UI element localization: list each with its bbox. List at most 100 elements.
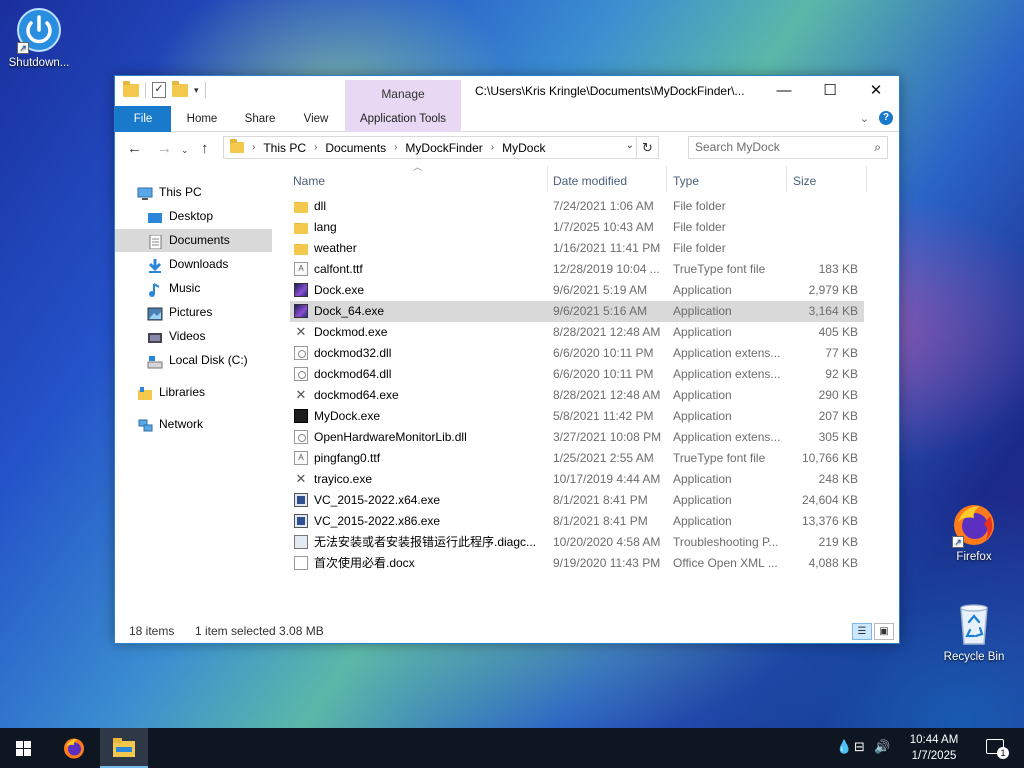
water-drop-icon[interactable]: 💧 bbox=[836, 739, 852, 755]
table-row[interactable]: VC_2015-2022.x86.exe 8/1/2021 8:41 PM Appl… bbox=[290, 511, 864, 532]
tab-file[interactable]: File bbox=[115, 106, 171, 132]
new-folder-icon[interactable] bbox=[172, 80, 188, 97]
clock[interactable]: 10:44 AM 1/7/2025 bbox=[904, 732, 964, 764]
tab-home[interactable]: Home bbox=[177, 106, 227, 132]
pictures-icon bbox=[147, 306, 163, 320]
nav-item-desktop[interactable]: Desktop bbox=[115, 205, 272, 228]
table-row[interactable]: dockmod64.dll 6/6/2020 10:11 PM Applicatio… bbox=[290, 364, 864, 385]
breadcrumb-mydockfinder[interactable]: MyDockFinder bbox=[405, 141, 482, 155]
nav-item-pictures[interactable]: Pictures bbox=[115, 301, 272, 324]
file-date-modified: 8/28/2021 12:48 AM bbox=[553, 388, 661, 402]
taskbar: 💧 ⊟ 🔊 10:44 AM 1/7/2025 1 bbox=[0, 728, 1024, 768]
nav-item-downloads[interactable]: Downloads bbox=[115, 253, 272, 276]
nav-item-local-disk[interactable]: Local Disk (C:) bbox=[115, 349, 272, 372]
chevron-right-icon[interactable]: › bbox=[314, 142, 317, 153]
file-date-modified: 6/6/2020 10:11 PM bbox=[553, 367, 654, 381]
desktop-icon-label: Shutdown... bbox=[8, 57, 70, 69]
up-arrow-icon[interactable]: ↑ bbox=[201, 140, 209, 157]
recent-locations-chevron-icon[interactable]: ⌄ bbox=[181, 145, 189, 156]
nav-item-documents[interactable]: Documents bbox=[115, 229, 272, 252]
table-row[interactable]: Dock_64.exe 9/6/2021 5:16 AM Application 3,… bbox=[290, 301, 864, 322]
breadcrumb-documents[interactable]: Documents bbox=[325, 141, 386, 155]
back-arrow-icon[interactable]: ← bbox=[127, 140, 142, 157]
table-row[interactable]: 首次使用必看.docx 9/19/2020 11:43 PM Office Open… bbox=[290, 553, 864, 574]
table-row[interactable]: ✕ Dockmod.exe 8/28/2021 12:48 AM Applicatio… bbox=[290, 322, 864, 343]
large-icons-view-icon[interactable]: ▣ bbox=[874, 623, 894, 640]
notification-center-icon[interactable]: 1 bbox=[986, 739, 1009, 759]
file-type: Application bbox=[673, 304, 732, 318]
table-row[interactable]: VC_2015-2022.x64.exe 8/1/2021 8:41 PM Appl… bbox=[290, 490, 864, 511]
nav-item-network[interactable]: Network bbox=[115, 413, 272, 436]
start-button[interactable] bbox=[0, 728, 48, 768]
table-row[interactable]: dockmod32.dll 6/6/2020 10:11 PM Applicatio… bbox=[290, 343, 864, 364]
volume-icon[interactable]: 🔊 bbox=[874, 739, 890, 755]
column-header-name[interactable]: Name bbox=[293, 170, 543, 192]
table-row[interactable]: OpenHardwareMonitorLib.dll 3/27/2021 10:0… bbox=[290, 427, 864, 448]
column-header-size[interactable]: Size bbox=[793, 170, 863, 192]
table-row[interactable]: lang 1/7/2025 10:43 AM File folder bbox=[290, 217, 864, 238]
address-history-chevron-icon[interactable]: ⌄ bbox=[626, 140, 634, 151]
download-icon bbox=[147, 258, 163, 273]
chevron-right-icon[interactable]: › bbox=[394, 142, 397, 153]
column-header-date-modified[interactable]: Date modified bbox=[553, 170, 663, 192]
search-input[interactable]: Search MyDock ⌕ bbox=[688, 136, 888, 159]
refresh-icon[interactable]: ↻ bbox=[636, 137, 658, 158]
nav-item-this-pc[interactable]: This PC bbox=[115, 181, 272, 204]
customize-toolbar-chevron-icon[interactable]: ▾ bbox=[194, 85, 199, 96]
folder-icon bbox=[294, 244, 308, 255]
file-name: Dockmod.exe bbox=[314, 325, 388, 339]
nav-item-music[interactable]: Music bbox=[115, 277, 272, 300]
column-header-type[interactable]: Type bbox=[673, 170, 783, 192]
maximize-button[interactable]: ☐ bbox=[807, 76, 853, 106]
close-button[interactable]: ✕ bbox=[853, 76, 899, 106]
help-icon[interactable]: ? bbox=[879, 111, 893, 125]
forward-arrow-icon[interactable]: → bbox=[157, 140, 172, 157]
divider[interactable] bbox=[786, 166, 787, 192]
chevron-right-icon[interactable]: › bbox=[252, 142, 255, 153]
table-row[interactable]: dll 7/24/2021 1:06 AM File folder bbox=[290, 196, 864, 217]
divider[interactable] bbox=[547, 166, 548, 192]
taskbar-app-firefox[interactable] bbox=[50, 728, 98, 768]
chevron-right-icon[interactable]: › bbox=[491, 142, 494, 153]
breadcrumb-mydock[interactable]: MyDock bbox=[502, 141, 545, 155]
taskbar-app-file-explorer[interactable] bbox=[100, 728, 148, 768]
nav-item-libraries[interactable]: Libraries bbox=[115, 381, 272, 404]
table-row[interactable]: Apingfang0.ttf 1/25/2021 2:55 AM TrueType … bbox=[290, 448, 864, 469]
dock-app-icon bbox=[294, 283, 308, 297]
divider[interactable] bbox=[666, 166, 667, 192]
clock-date: 1/7/2025 bbox=[911, 750, 957, 762]
network-status-icon[interactable]: ⊟ bbox=[854, 739, 865, 755]
desktop-icon-recycle-bin[interactable]: Recycle Bin bbox=[938, 600, 1010, 663]
properties-icon[interactable]: ✓ bbox=[152, 82, 166, 98]
tab-share[interactable]: Share bbox=[235, 106, 285, 132]
breadcrumb-this-pc[interactable]: This PC bbox=[263, 141, 306, 155]
table-row[interactable]: MyDock.exe 5/8/2021 11:42 PM Application 20… bbox=[290, 406, 864, 427]
table-row[interactable]: ✕ trayico.exe 10/17/2019 4:44 AM Applicatio… bbox=[290, 469, 864, 490]
minimize-button[interactable]: — bbox=[761, 76, 807, 106]
table-row[interactable]: Acalfont.ttf 12/28/2019 10:04 ... TrueType… bbox=[290, 259, 864, 280]
tab-view[interactable]: View bbox=[291, 106, 341, 132]
folder-icon bbox=[123, 80, 139, 97]
table-row[interactable]: 无法安装或者安装报错运行此程序.diagc... 10/20/2020 4:58 … bbox=[290, 532, 864, 553]
file-size: 405 KB bbox=[818, 325, 858, 339]
desktop-icon-shutdown[interactable]: ↗ Shutdown... bbox=[3, 6, 75, 69]
table-row[interactable]: weather 1/16/2021 11:41 PM File folder bbox=[290, 238, 864, 259]
address-bar[interactable]: › This PC › Documents › MyDockFinder › M… bbox=[223, 136, 659, 159]
item-count: 18 items bbox=[129, 624, 175, 638]
dll-file-icon bbox=[294, 430, 308, 444]
nav-item-videos[interactable]: Videos bbox=[115, 325, 272, 348]
table-row[interactable]: ✕ dockmod64.exe 8/28/2021 12:48 AM Applicat… bbox=[290, 385, 864, 406]
table-row[interactable]: Dock.exe 9/6/2021 5:19 AM Application 2,979… bbox=[290, 280, 864, 301]
tools-icon: ✕ bbox=[295, 388, 307, 402]
tab-manage[interactable]: Manage bbox=[345, 80, 461, 106]
expand-ribbon-chevron-icon[interactable]: ⌄ bbox=[860, 112, 869, 125]
file-type: Application bbox=[673, 409, 732, 423]
tab-application-tools[interactable]: Application Tools bbox=[345, 106, 461, 132]
details-view-icon[interactable]: ☰ bbox=[852, 623, 872, 640]
desktop-icon-firefox[interactable]: ↗ Firefox bbox=[938, 500, 1010, 563]
divider[interactable] bbox=[866, 166, 867, 192]
window-title: C:\Users\Kris Kringle\Documents\MyDockFi… bbox=[475, 84, 745, 98]
navigation-pane: This PC Desktop Documents Downloads Musi… bbox=[115, 166, 275, 616]
notification-count: 1 bbox=[997, 747, 1009, 759]
search-icon[interactable]: ⌕ bbox=[874, 137, 881, 158]
